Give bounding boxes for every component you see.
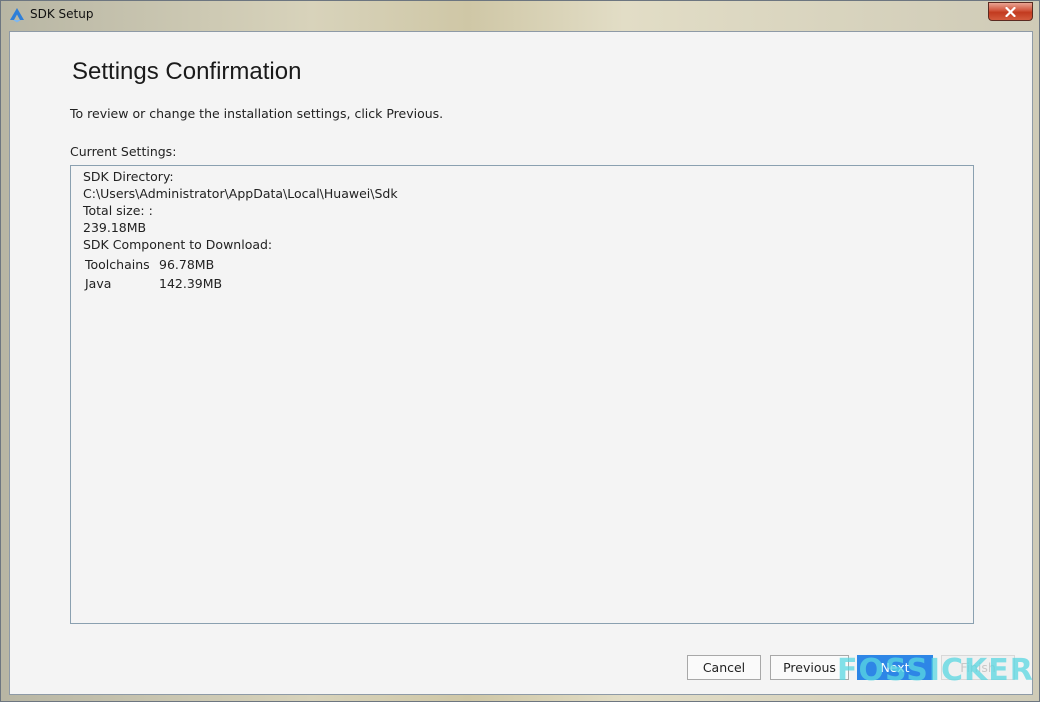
component-size: 96.78MB [159, 257, 215, 272]
page-title: Settings Confirmation [72, 58, 302, 85]
title-bar[interactable]: SDK Setup [1, 1, 1040, 29]
sdk-setup-window: SDK Setup Settings Confirmation To revie… [0, 0, 1040, 702]
current-settings-box[interactable]: SDK Directory: C:\Users\Administrator\Ap… [70, 165, 974, 624]
sdk-directory-value: C:\Users\Administrator\AppData\Local\Hua… [83, 186, 398, 201]
watermark: FOSSICKER [837, 653, 1034, 688]
components-table: Toolchains 96.78MB Java 142.39MB [85, 255, 222, 293]
close-icon [1005, 6, 1016, 17]
total-size-value: 239.18MB [83, 220, 147, 235]
component-name: Java [85, 276, 112, 291]
settings-content: SDK Directory: C:\Users\Administrator\Ap… [83, 168, 398, 293]
current-settings-label: Current Settings: [70, 144, 177, 159]
component-size: 142.39MB [159, 276, 223, 291]
dialog-content: Settings Confirmation To review or chang… [9, 31, 1033, 695]
total-size-label: Total size: : [83, 203, 153, 218]
cancel-button[interactable]: Cancel [687, 655, 761, 680]
component-name: Toolchains [85, 257, 150, 272]
component-row: Toolchains 96.78MB [85, 255, 222, 274]
instruction-text: To review or change the installation set… [70, 106, 444, 121]
app-icon [9, 7, 25, 23]
close-button[interactable] [988, 2, 1033, 21]
window-title: SDK Setup [30, 7, 94, 21]
sdk-directory-label: SDK Directory: [83, 169, 174, 184]
component-row: Java 142.39MB [85, 274, 222, 293]
components-label: SDK Component to Download: [83, 237, 273, 252]
